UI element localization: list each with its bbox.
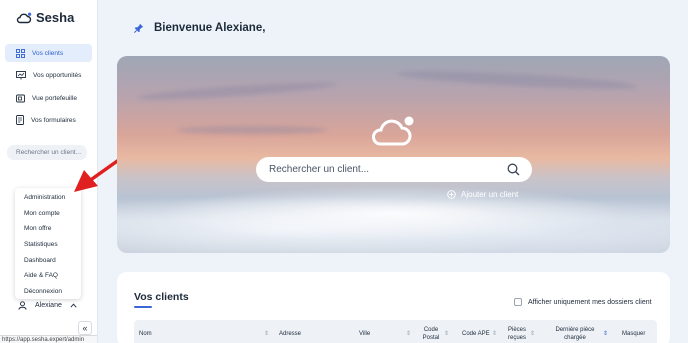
column-header-ville[interactable]: Ville [359, 320, 370, 343]
column-header-code-ape[interactable]: Code APE [462, 320, 490, 343]
sort-icon[interactable]: ⇕ [264, 330, 269, 337]
hero-search-input[interactable]: Rechercher un client... [256, 157, 532, 182]
hero-search-placeholder: Rechercher un client... [269, 164, 370, 175]
sort-icon[interactable]: ⇕ [530, 330, 535, 337]
page-title: Bienvenue Alexiane, [154, 22, 266, 34]
sort-icon[interactable]: ⇕ [444, 330, 449, 337]
clients-card: Vos clients Afficher uniquement mes doss… [117, 272, 670, 343]
hero-banner: Rechercher un client... Ajouter un clien… [117, 56, 670, 253]
pin-icon [134, 23, 144, 33]
column-header-nom[interactable]: Nom [139, 320, 152, 343]
only-mine-label: Afficher uniquement mes dossiers client [528, 298, 652, 306]
column-header-adresse[interactable]: Adresse [279, 320, 301, 343]
sort-icon[interactable]: ⇕ [492, 330, 497, 337]
sort-icon[interactable]: ⇕ [603, 330, 608, 337]
plus-circle-icon [447, 190, 456, 199]
search-icon[interactable] [507, 163, 520, 176]
welcome-header: Bienvenue Alexiane, [134, 22, 265, 34]
title-underline [134, 306, 152, 308]
cloud-logo-icon [372, 116, 414, 146]
column-header-masquer[interactable]: Masquer [622, 320, 645, 343]
column-header-pieces-recues[interactable]: Pièces reçues [506, 320, 528, 343]
only-mine-checkbox[interactable] [514, 298, 522, 306]
add-client-button[interactable]: Ajouter un client [447, 190, 518, 199]
sort-icon[interactable]: ⇕ [406, 330, 411, 337]
column-header-code-postal[interactable]: Code Postal [420, 320, 442, 343]
only-mine-filter[interactable]: Afficher uniquement mes dossiers client [514, 298, 652, 306]
add-client-label: Ajouter un client [461, 190, 519, 199]
clients-title: Vos clients [134, 291, 189, 303]
table-header: Nom ⇕ Adresse Ville ⇕ Code Postal ⇕ Code… [134, 320, 657, 343]
column-header-derniere-piece[interactable]: Dernière pièce chargée [552, 320, 598, 343]
